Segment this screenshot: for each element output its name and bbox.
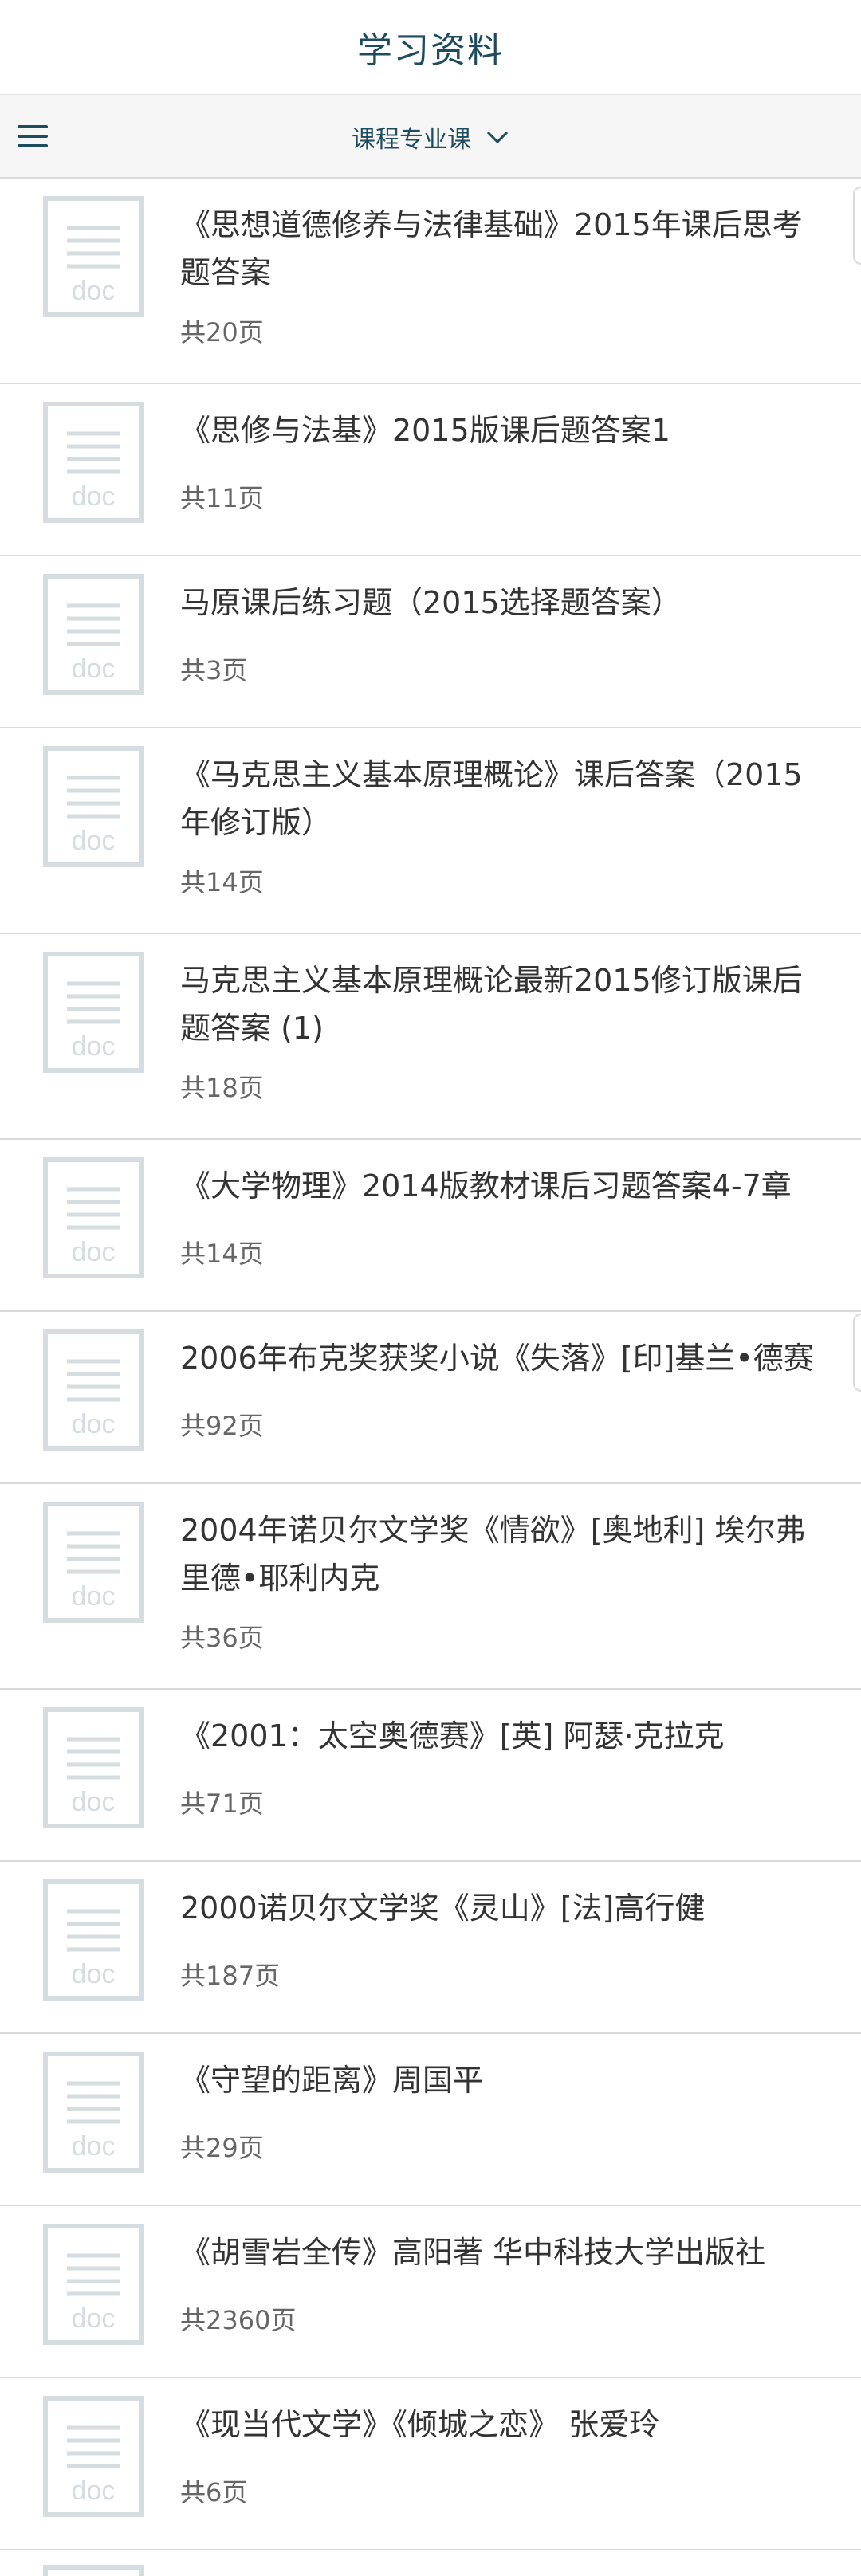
document-list-item[interactable]: doc 2006年布克奖获奖小说《失落》[印]基兰•德赛共92页	[0, 1312, 861, 1484]
document-list: doc 《思想道德修养与法律基础》2015年课后思考题答案共20页 doc 《思修与法…	[0, 179, 861, 2550]
chevron-down-icon	[486, 131, 509, 144]
svg-text:doc: doc	[72, 826, 116, 856]
document-title: 马克思主义基本原理概论最新2015修订版课后题答案 (1)	[180, 963, 803, 1046]
svg-text:doc: doc	[72, 1031, 116, 1062]
document-page-count: 共6页	[180, 2477, 248, 2507]
menu-icon[interactable]	[18, 122, 49, 152]
doc-file-icon: doc	[43, 1329, 144, 1451]
document-page-count: 共187页	[180, 1961, 281, 1991]
document-list-item[interactable]: doc 《守望的距离》周国平共29页	[0, 2034, 861, 2206]
doc-file-icon: doc	[43, 746, 144, 867]
document-page-count: 共18页	[180, 1073, 264, 1103]
document-list-item[interactable]: doc 《马克思主义基本原理概论》课后答案（2015年修订版） 共14页	[0, 728, 861, 934]
doc-file-icon: doc	[43, 574, 144, 695]
document-page-count: 共14页	[180, 867, 264, 897]
document-page-count: 共2360页	[180, 2305, 297, 2335]
document-list-item[interactable]: doc 《2001：太空奥德赛》[英] 阿瑟·克拉克共71页	[0, 1690, 861, 1862]
svg-text:doc: doc	[72, 276, 116, 306]
document-page-count: 共36页	[180, 1623, 264, 1653]
doc-file-icon: doc	[43, 1157, 144, 1278]
document-page-count: 共71页	[180, 1789, 264, 1819]
doc-file-icon: doc	[43, 196, 144, 317]
document-title: 《思想道德修养与法律基础》2015年课后思考题答案	[180, 207, 803, 290]
document-title: 马原课后练习题（2015选择题答案）	[180, 585, 682, 620]
document-list-item[interactable]: doc 马克思主义基本原理概论最新2015修订版课后题答案 (1) 共18页	[0, 934, 861, 1140]
document-title: 2000诺贝尔文学奖《灵山》[法]高行健	[180, 1891, 706, 1926]
side-tab[interactable]	[853, 187, 861, 265]
document-page-count: 共20页	[180, 317, 264, 348]
svg-text:doc: doc	[72, 2303, 116, 2334]
doc-file-icon: doc	[43, 402, 144, 523]
document-page-count: 共29页	[180, 2133, 264, 2163]
document-title: 《守望的距离》周国平	[180, 2063, 484, 2098]
side-tab[interactable]	[853, 1314, 861, 1392]
document-title: 《马克思主义基本原理概论》课后答案（2015年修订版）	[180, 757, 803, 840]
svg-text:doc: doc	[72, 1581, 116, 1612]
document-list-item[interactable]: doc 《大学物理》2014版教材课后习题答案4-7章共14页	[0, 1140, 861, 1312]
svg-text:doc: doc	[72, 1959, 116, 1989]
doc-file-icon: doc	[43, 2224, 144, 2345]
document-page-count: 共3页	[180, 655, 248, 685]
category-label: 课程专业课	[352, 126, 471, 154]
category-dropdown[interactable]: 课程专业课	[319, 95, 542, 179]
app-header: 学习资料	[0, 0, 861, 94]
doc-file-icon: doc	[43, 1707, 144, 1828]
document-title: 《2001：太空奥德赛》[英] 阿瑟·克拉克	[180, 1718, 725, 1753]
document-list-item[interactable]: doc 《思修与法基》2015版课后题答案1 共11页	[0, 384, 861, 556]
document-page-count: 共92页	[180, 1411, 264, 1441]
svg-text:doc: doc	[72, 1787, 116, 1817]
svg-text:doc: doc	[72, 2131, 116, 2162]
doc-file-icon	[43, 2565, 144, 2576]
document-list-item[interactable]: doc 《胡雪岩全传》高阳著 华中科技大学出版社共2360页	[0, 2206, 861, 2378]
document-title: 《大学物理》2014版教材课后习题答案4-7章	[180, 1168, 792, 1204]
doc-file-icon: doc	[43, 2052, 144, 2173]
document-title: 2004年诺贝尔文学奖《情欲》[奥地利] 埃尔弗里德•耶利内克	[180, 1513, 806, 1596]
page-title: 学习资料	[357, 30, 504, 71]
document-list-item[interactable]: doc 《思想道德修养与法律基础》2015年课后思考题答案共20页	[0, 179, 861, 384]
doc-file-icon: doc	[43, 1879, 144, 2001]
document-title: 《胡雪岩全传》高阳著 华中科技大学出版社	[180, 2235, 766, 2270]
document-list-item[interactable]: doc 马原课后练习题（2015选择题答案） 共3页	[0, 556, 861, 728]
document-list-item[interactable]: doc 2004年诺贝尔文学奖《情欲》[奥地利] 埃尔弗里德•耶利内克共36页	[0, 1484, 861, 1690]
svg-text:doc: doc	[72, 1409, 116, 1439]
document-list-item[interactable]: doc 《现当代文学》《倾城之恋》 张爱玲共6页	[0, 2378, 861, 2550]
document-list-item[interactable]: doc 2000诺贝尔文学奖《灵山》[法]高行健共187页	[0, 1862, 861, 2034]
svg-text:doc: doc	[72, 2476, 116, 2506]
svg-text:doc: doc	[72, 481, 116, 512]
doc-file-icon: doc	[43, 1502, 144, 1623]
document-title: 《思修与法基》2015版课后题答案1	[180, 413, 670, 448]
document-title: 《现当代文学》《倾城之恋》 张爱玲	[180, 2407, 660, 2442]
document-page-count: 共11页	[180, 483, 264, 513]
document-page-count: 共14页	[180, 1239, 264, 1269]
svg-text:doc: doc	[72, 654, 116, 684]
svg-text:doc: doc	[72, 1237, 116, 1267]
doc-file-icon: doc	[43, 2396, 144, 2517]
doc-file-icon: doc	[43, 952, 144, 1073]
filter-bar: 课程专业课	[0, 94, 861, 179]
document-title: 2006年布克奖获奖小说《失落》[印]基兰•德赛	[180, 1341, 814, 1376]
